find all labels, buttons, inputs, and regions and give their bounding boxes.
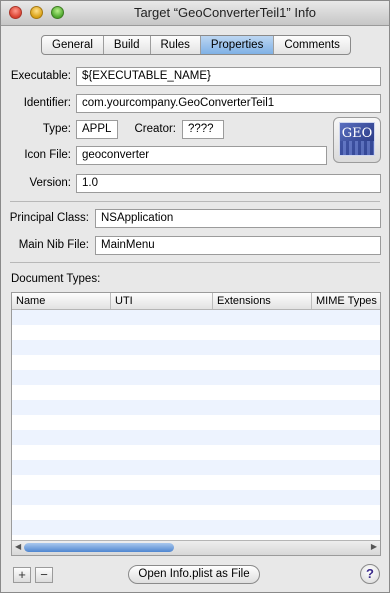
zoom-window-button[interactable] (51, 6, 64, 19)
tab-rules[interactable]: Rules (151, 36, 201, 54)
table-row[interactable] (12, 415, 380, 430)
creator-field[interactable]: ???? (182, 120, 224, 139)
table-row[interactable] (12, 370, 380, 385)
creator-label: Creator: (134, 123, 176, 135)
remove-document-type-button[interactable]: − (35, 567, 53, 583)
help-button[interactable]: ? (360, 564, 380, 584)
icon-file-field[interactable]: geoconverter (76, 146, 327, 165)
main-nib-file-field[interactable]: MainMenu (95, 236, 381, 255)
separator (10, 201, 380, 202)
add-document-type-button[interactable]: + (13, 567, 31, 583)
scroll-right-arrow-icon[interactable]: ▶ (371, 542, 377, 551)
icon-text: GEO (341, 126, 373, 141)
horizontal-scrollbar[interactable]: ◀ ▶ (12, 540, 380, 555)
column-header-extensions[interactable]: Extensions (213, 293, 312, 309)
column-header-mime-types[interactable]: MIME Types (312, 293, 380, 309)
type-field[interactable]: APPL (76, 120, 118, 139)
icon-file-label: Icon File: (24, 149, 71, 161)
column-header-uti[interactable]: UTI (111, 293, 213, 309)
tab-bar: General Build Rules Properties Comments (41, 35, 351, 55)
table-row[interactable] (12, 340, 380, 355)
table-row[interactable] (12, 520, 380, 535)
type-label: Type: (42, 123, 71, 135)
info-window: Target “GeoConverterTeil1” Info General … (0, 0, 390, 593)
title-bar[interactable]: Target “GeoConverterTeil1” Info (1, 1, 389, 26)
scroll-left-arrow-icon[interactable]: ◀ (15, 542, 21, 551)
main-nib-file-label: Main Nib File: (18, 239, 89, 251)
principal-class-field[interactable]: NSApplication (95, 209, 381, 228)
version-field[interactable]: 1.0 (76, 174, 381, 193)
document-types-table[interactable]: Name UTI Extensions MIME Types ◀ ▶ (11, 292, 381, 556)
table-row[interactable] (12, 490, 380, 505)
table-row[interactable] (12, 400, 380, 415)
identifier-label: Identifier: (23, 97, 71, 109)
principal-class-label: Principal Class: (9, 212, 89, 224)
close-window-button[interactable] (9, 6, 22, 19)
table-row[interactable] (12, 355, 380, 370)
separator (10, 262, 380, 263)
app-icon-preview: GEO (339, 122, 375, 156)
table-row[interactable] (12, 445, 380, 460)
tab-general[interactable]: General (42, 36, 104, 54)
tab-build[interactable]: Build (104, 36, 151, 54)
table-row[interactable] (12, 475, 380, 490)
identifier-field[interactable]: com.yourcompany.GeoConverterTeil1 (76, 94, 381, 113)
table-row[interactable] (12, 460, 380, 475)
icon-pattern (340, 141, 374, 155)
executable-field[interactable]: ${EXECUTABLE_NAME} (76, 67, 381, 86)
table-row[interactable] (12, 505, 380, 520)
document-types-label: Document Types: (11, 273, 101, 285)
table-row[interactable] (12, 325, 380, 340)
version-label: Version: (29, 177, 71, 189)
table-header: Name UTI Extensions MIME Types (12, 293, 380, 310)
open-info-plist-button[interactable]: Open Info.plist as File (128, 565, 260, 584)
tab-properties[interactable]: Properties (200, 36, 275, 54)
column-header-name[interactable]: Name (12, 293, 111, 309)
scrollbar-thumb[interactable] (24, 543, 174, 552)
table-body[interactable] (12, 310, 380, 550)
tab-comments[interactable]: Comments (274, 36, 350, 54)
executable-label: Executable: (10, 70, 71, 82)
minimize-window-button[interactable] (30, 6, 43, 19)
window-title: Target “GeoConverterTeil1” Info (133, 5, 317, 20)
icon-well[interactable]: GEO (333, 117, 381, 163)
table-row[interactable] (12, 385, 380, 400)
table-row[interactable] (12, 430, 380, 445)
table-row[interactable] (12, 310, 380, 325)
